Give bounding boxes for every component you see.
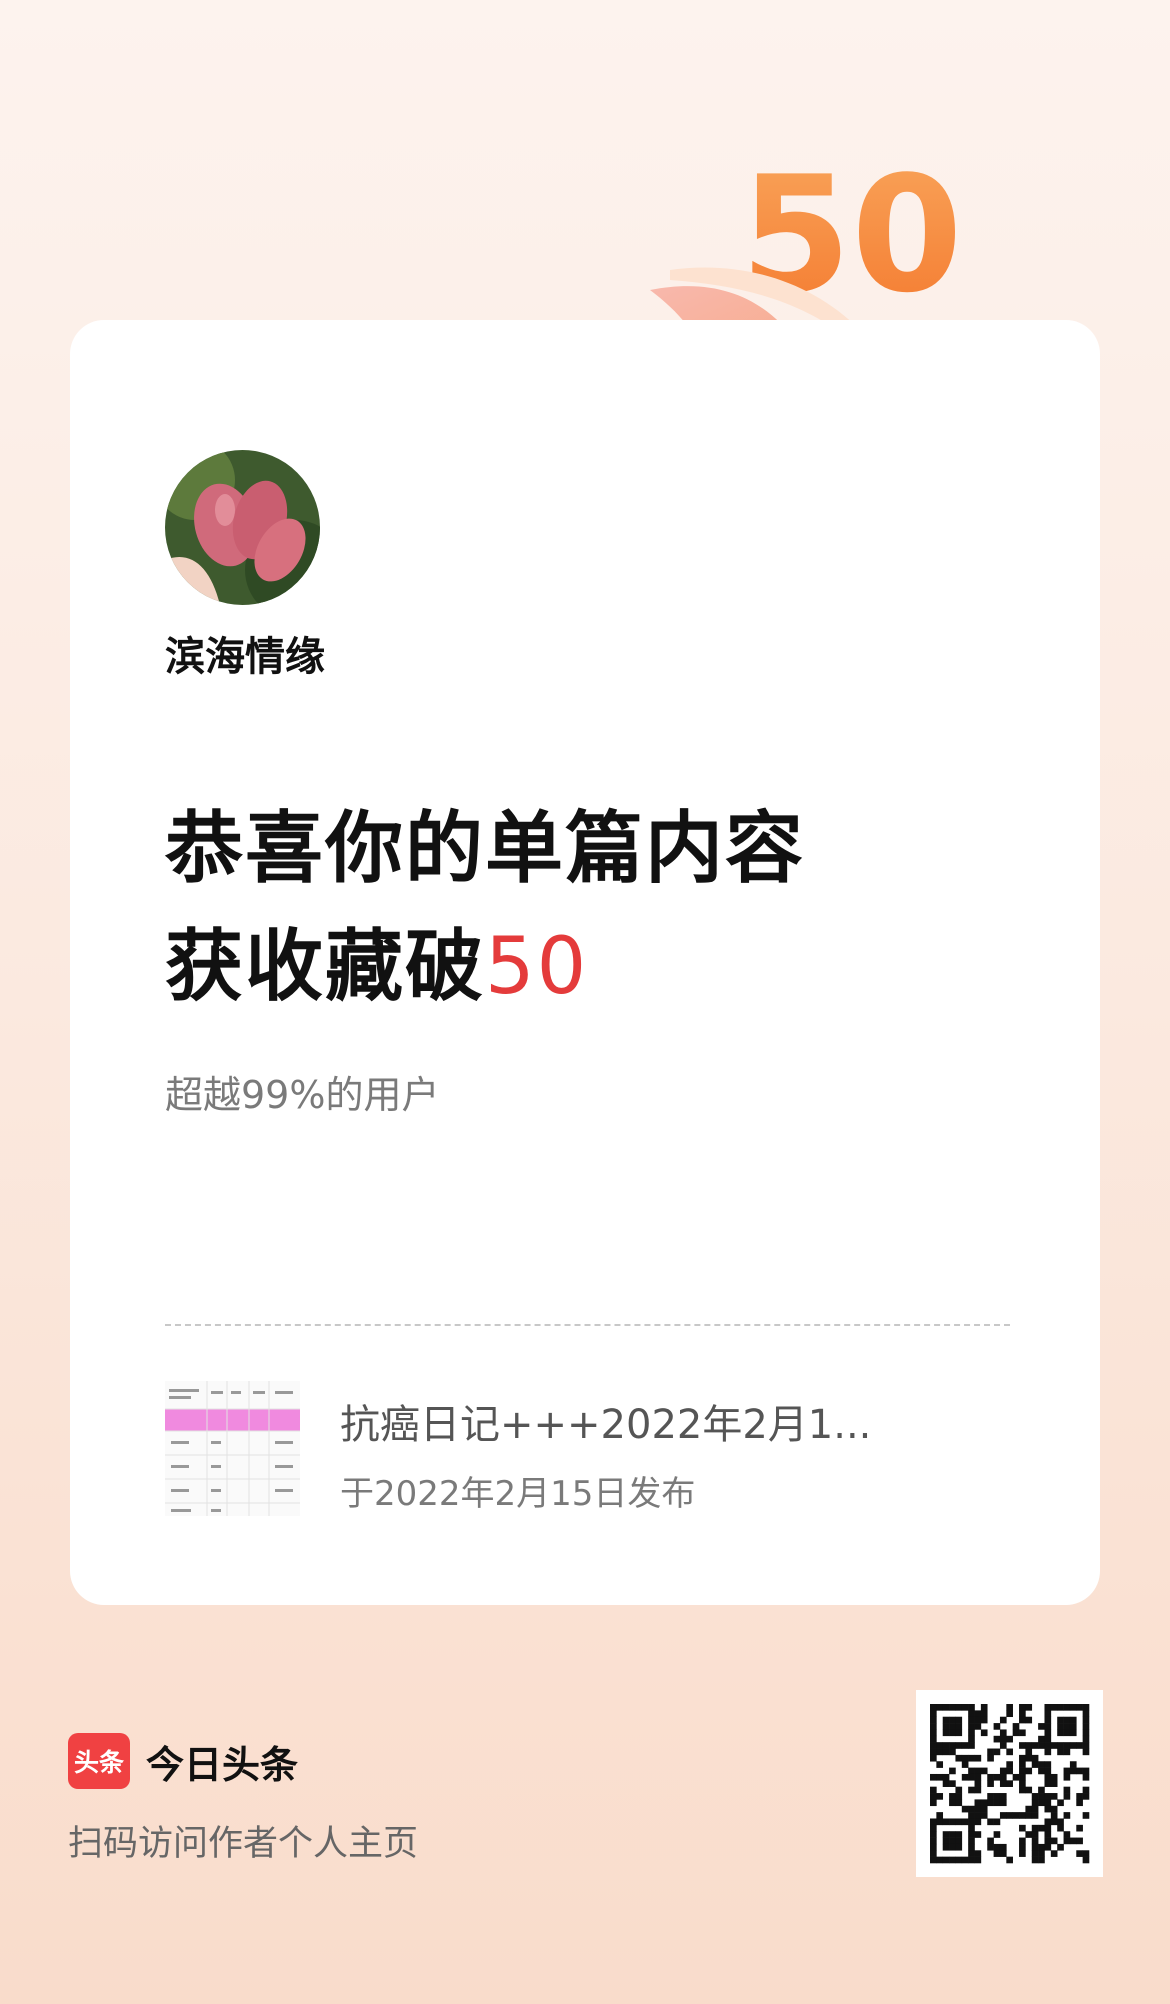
article-title[interactable]: 抗癌日记+++2022年2月1... [340,1392,871,1450]
scan-tip: 扫码访问作者个人主页 [68,1824,419,1864]
badge-number: 50 [740,141,963,328]
toutiao-logo-icon: 头条 [68,1733,130,1789]
article-publish-date: 于2022年2月15日发布 [340,1474,696,1514]
qr-code [916,1690,1103,1877]
headline-number: 50 [485,922,589,1012]
headline-line-2: 获收藏破50 [165,908,805,1026]
app-brand: 头条 今日头条 [68,1733,298,1789]
headline-line-1: 恭喜你的单篇内容 [165,804,806,894]
headline-prefix: 获收藏破 [165,922,486,1012]
article-thumbnail[interactable] [165,1381,300,1516]
author-avatar[interactable] [165,450,320,605]
app-name: 今日头条 [146,1742,299,1787]
author-name[interactable]: 滨海情缘 [165,624,325,682]
dashed-divider [165,1324,1010,1326]
achievement-headline: 恭喜你的单篇内容 获收藏破50 [165,790,805,1026]
ranking-subtitle: 超越99%的用户 [165,1073,440,1117]
